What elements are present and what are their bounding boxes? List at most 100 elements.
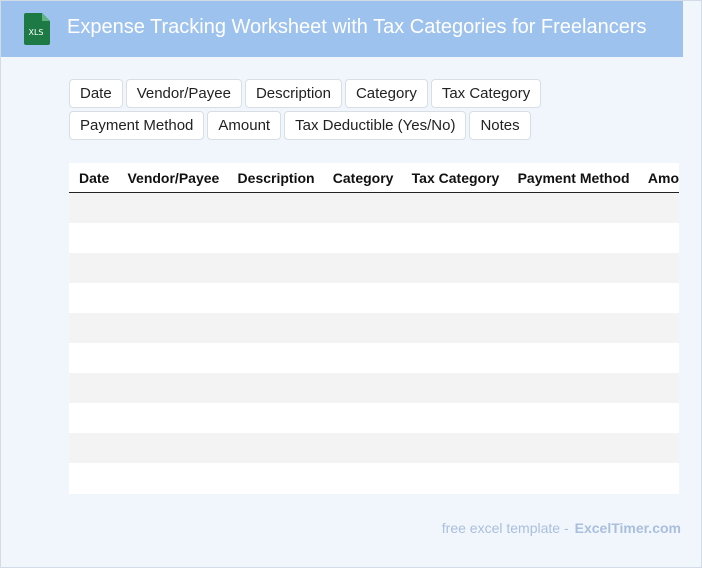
table-cell[interactable] bbox=[322, 403, 402, 433]
chip-amount[interactable]: Amount bbox=[207, 111, 282, 140]
table-cell[interactable] bbox=[401, 343, 508, 373]
table-cell[interactable] bbox=[227, 253, 323, 283]
table-cell[interactable] bbox=[637, 343, 679, 373]
table-cell[interactable] bbox=[69, 343, 118, 373]
table-cell[interactable] bbox=[69, 283, 118, 313]
table-cell[interactable] bbox=[637, 403, 679, 433]
table-cell[interactable] bbox=[227, 313, 323, 343]
footer-template-text: free excel template - bbox=[441, 520, 569, 536]
table-row bbox=[69, 373, 679, 403]
table-cell[interactable] bbox=[401, 463, 508, 493]
table-cell[interactable] bbox=[507, 283, 638, 313]
chip-description[interactable]: Description bbox=[244, 79, 342, 108]
header-bar: XLS Expense Tracking Worksheet with Tax … bbox=[1, 1, 683, 57]
table-row bbox=[69, 283, 679, 313]
table-cell[interactable] bbox=[637, 253, 679, 283]
footer-brand-link[interactable]: ExcelTimer.com bbox=[575, 520, 681, 536]
table-cell[interactable] bbox=[637, 463, 679, 493]
xls-file-icon: XLS bbox=[24, 13, 50, 45]
chip-notes[interactable]: Notes bbox=[469, 111, 531, 140]
table-cell[interactable] bbox=[117, 373, 228, 403]
column-header-vendor-payee: Vendor/Payee bbox=[117, 163, 228, 193]
column-chips: Date Vendor/Payee Description Category T… bbox=[69, 79, 679, 140]
table-cell[interactable] bbox=[117, 463, 228, 493]
table-row bbox=[69, 192, 679, 223]
table-cell[interactable] bbox=[401, 223, 508, 253]
table-cell[interactable] bbox=[507, 463, 638, 493]
table-cell[interactable] bbox=[227, 192, 323, 223]
table-row bbox=[69, 403, 679, 433]
expense-table-container[interactable]: Date Vendor/Payee Description Category T… bbox=[69, 163, 679, 494]
table-row bbox=[69, 223, 679, 253]
table-cell[interactable] bbox=[117, 313, 228, 343]
table-cell[interactable] bbox=[637, 373, 679, 403]
table-cell[interactable] bbox=[227, 373, 323, 403]
chip-payment-method[interactable]: Payment Method bbox=[69, 111, 205, 140]
table-cell[interactable] bbox=[322, 463, 402, 493]
table-cell[interactable] bbox=[322, 192, 402, 223]
table-cell[interactable] bbox=[322, 223, 402, 253]
chip-date[interactable]: Date bbox=[69, 79, 123, 108]
column-header-amount: Amount bbox=[637, 163, 679, 193]
table-cell[interactable] bbox=[227, 433, 323, 463]
table-cell[interactable] bbox=[69, 192, 118, 223]
chip-category[interactable]: Category bbox=[344, 79, 428, 108]
table-cell[interactable] bbox=[401, 403, 508, 433]
table-cell[interactable] bbox=[401, 253, 508, 283]
table-cell[interactable] bbox=[117, 223, 228, 253]
table-cell[interactable] bbox=[507, 343, 638, 373]
table-cell[interactable] bbox=[637, 283, 679, 313]
column-header-payment-method: Payment Method bbox=[507, 163, 638, 193]
table-cell[interactable] bbox=[322, 373, 402, 403]
table-cell[interactable] bbox=[507, 433, 638, 463]
table-cell[interactable] bbox=[227, 403, 323, 433]
footer: free excel template - ExcelTimer.com bbox=[442, 520, 681, 536]
table-cell[interactable] bbox=[227, 283, 323, 313]
table-cell[interactable] bbox=[117, 403, 228, 433]
table-cell[interactable] bbox=[322, 343, 402, 373]
table-cell[interactable] bbox=[69, 463, 118, 493]
table-cell[interactable] bbox=[401, 192, 508, 223]
table-cell[interactable] bbox=[401, 433, 508, 463]
table-cell[interactable] bbox=[401, 313, 508, 343]
table-cell[interactable] bbox=[227, 343, 323, 373]
chip-tax-category[interactable]: Tax Category bbox=[430, 79, 542, 108]
table-cell[interactable] bbox=[117, 343, 228, 373]
table-cell[interactable] bbox=[117, 433, 228, 463]
table-cell[interactable] bbox=[507, 373, 638, 403]
table-cell[interactable] bbox=[69, 223, 118, 253]
column-header-description: Description bbox=[227, 163, 323, 193]
chip-vendor-payee[interactable]: Vendor/Payee bbox=[125, 79, 242, 108]
table-cell[interactable] bbox=[637, 433, 679, 463]
table-cell[interactable] bbox=[637, 313, 679, 343]
table-cell[interactable] bbox=[507, 223, 638, 253]
table-row bbox=[69, 253, 679, 283]
table-cell[interactable] bbox=[69, 313, 118, 343]
table-cell[interactable] bbox=[322, 313, 402, 343]
table-cell[interactable] bbox=[507, 403, 638, 433]
table-cell[interactable] bbox=[69, 253, 118, 283]
table-cell[interactable] bbox=[401, 283, 508, 313]
table-cell[interactable] bbox=[69, 403, 118, 433]
table-cell[interactable] bbox=[322, 283, 402, 313]
table-cell[interactable] bbox=[507, 192, 638, 223]
chip-tax-deductible[interactable]: Tax Deductible (Yes/No) bbox=[284, 111, 467, 140]
page-title: Expense Tracking Worksheet with Tax Cate… bbox=[67, 16, 647, 38]
table-cell[interactable] bbox=[69, 373, 118, 403]
table-cell[interactable] bbox=[322, 253, 402, 283]
table-row bbox=[69, 463, 679, 493]
table-cell[interactable] bbox=[637, 192, 679, 223]
column-header-category: Category bbox=[322, 163, 402, 193]
worksheet-frame: XLS Expense Tracking Worksheet with Tax … bbox=[0, 0, 702, 568]
table-cell[interactable] bbox=[227, 223, 323, 253]
table-cell[interactable] bbox=[227, 463, 323, 493]
table-cell[interactable] bbox=[117, 283, 228, 313]
table-cell[interactable] bbox=[117, 253, 228, 283]
table-cell[interactable] bbox=[117, 192, 228, 223]
table-cell[interactable] bbox=[322, 433, 402, 463]
table-cell[interactable] bbox=[507, 253, 638, 283]
table-cell[interactable] bbox=[69, 433, 118, 463]
table-cell[interactable] bbox=[637, 223, 679, 253]
table-cell[interactable] bbox=[507, 313, 638, 343]
table-cell[interactable] bbox=[401, 373, 508, 403]
